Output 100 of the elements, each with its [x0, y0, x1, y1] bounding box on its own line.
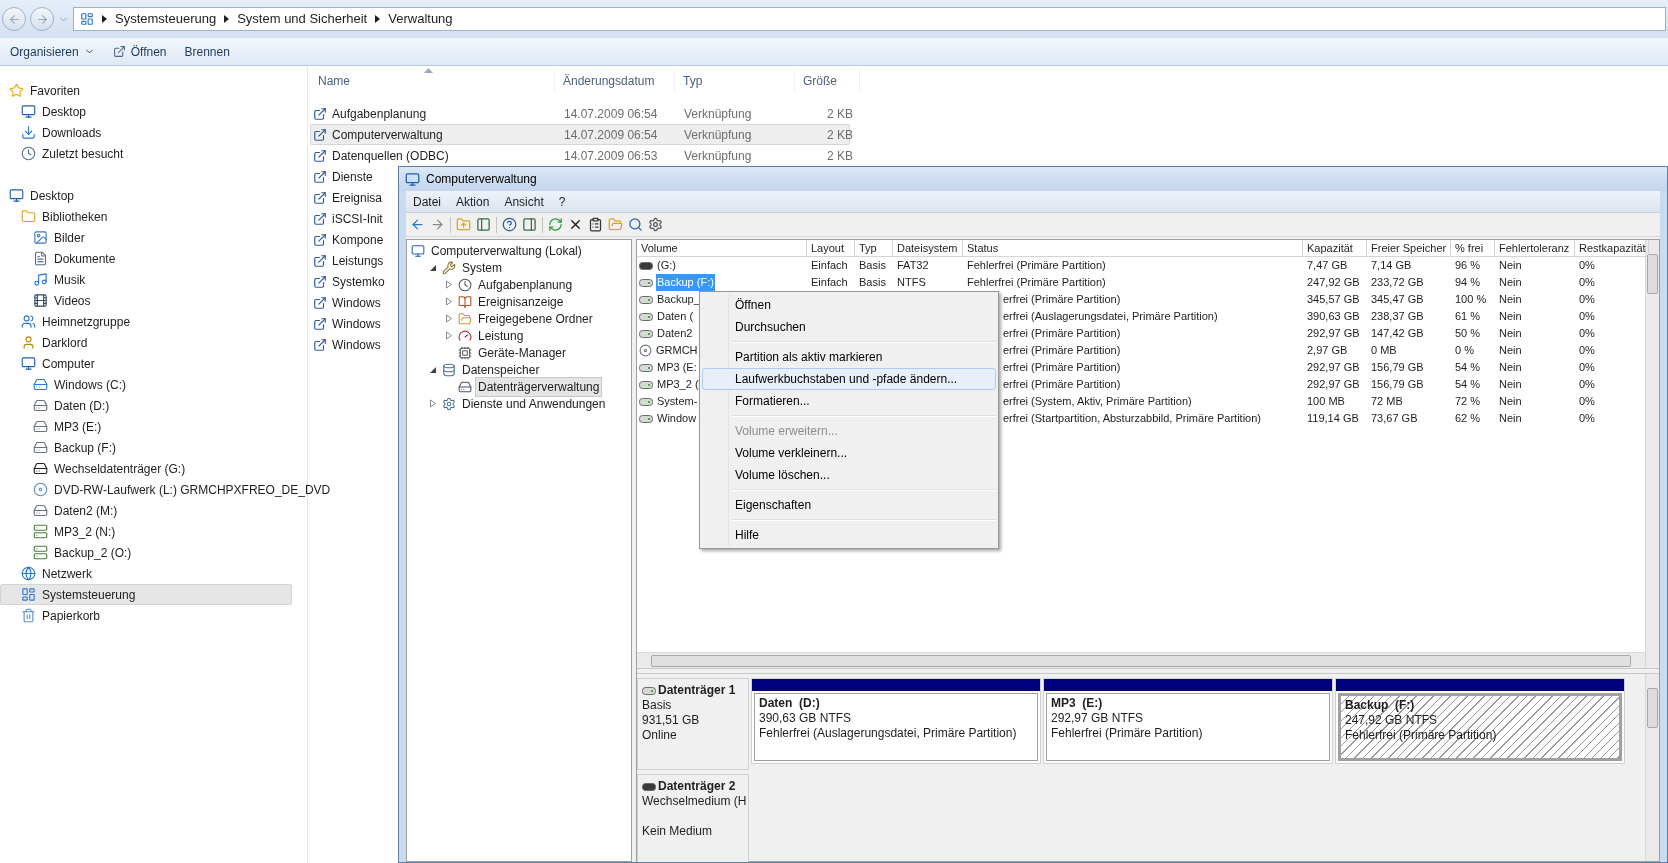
- expanded-arrow-icon[interactable]: [429, 263, 437, 272]
- column-header[interactable]: Status: [963, 240, 1303, 256]
- address-bar[interactable]: Systemsteuerung System und Sicherheit Verwaltung: [73, 7, 1666, 31]
- forward-arrow-icon[interactable]: [430, 217, 445, 232]
- pane-icon[interactable]: [476, 217, 491, 232]
- file-row[interactable]: iSCSI-Init: [310, 208, 386, 229]
- menu-item[interactable]: Ansicht: [497, 192, 551, 211]
- toolbar-button[interactable]: Öffnen: [108, 40, 171, 63]
- volume-name[interactable]: MP3_2 (: [656, 376, 700, 393]
- menu-item[interactable]: Eigenschaften: [702, 494, 996, 516]
- nav-item[interactable]: Bibliotheken: [0, 206, 292, 227]
- nav-item[interactable]: Desktop: [0, 101, 292, 122]
- toolbar-button[interactable]: Brennen: [180, 40, 234, 63]
- column-header[interactable]: Fehlertoleranz: [1495, 240, 1575, 256]
- collapsed-arrow-icon[interactable]: [429, 399, 437, 408]
- column-header[interactable]: Änderungsdatum: [555, 70, 675, 92]
- column-header[interactable]: % frei: [1451, 240, 1495, 256]
- nav-item[interactable]: Backup_2 (O:): [0, 542, 292, 563]
- menu-item[interactable]: Öffnen: [702, 294, 996, 316]
- file-row[interactable]: Dienste: [310, 166, 376, 187]
- gear-icon[interactable]: [648, 217, 663, 232]
- collapsed-arrow-icon[interactable]: [445, 280, 453, 289]
- breadcrumb-item[interactable]: Verwaltung: [388, 9, 453, 29]
- help-icon[interactable]: [502, 217, 517, 232]
- partition[interactable]: Backup (F:) 247,92 GB NTFS Fehlerfrei (Primäre Partition): [1335, 678, 1625, 764]
- forward-button[interactable]: [30, 7, 54, 31]
- partition[interactable]: Daten (D:) 390,63 GB NTFS Fehlerfrei (Auslagerungsdatei, Primäre Partition): [751, 678, 1041, 764]
- disk-label[interactable]: Datenträger 1 Basis 931,51 GB Online: [637, 678, 749, 770]
- nav-item[interactable]: Backup (F:): [0, 437, 292, 458]
- breadcrumb-item[interactable]: Systemsteuerung: [115, 9, 217, 29]
- menu-item[interactable]: Aktion: [449, 192, 497, 211]
- volume-name[interactable]: Daten2: [656, 325, 694, 342]
- nav-item[interactable]: Zuletzt besucht: [0, 143, 292, 164]
- volume-name[interactable]: Window: [656, 410, 698, 427]
- nav-item[interactable]: Favoriten: [0, 80, 292, 101]
- file-row[interactable]: Windows: [310, 313, 384, 334]
- properties-icon[interactable]: [588, 217, 603, 232]
- menu-item[interactable]: Volume löschen...: [702, 464, 996, 486]
- file-row[interactable]: Windows: [310, 292, 384, 313]
- volume-name[interactable]: MP3 (E:: [656, 359, 698, 376]
- menu-item[interactable]: Volume verkleinern...: [702, 442, 996, 464]
- folder-up-icon[interactable]: [456, 217, 471, 232]
- disk-label[interactable]: Datenträger 2 Wechselmedium (H Kein Medium: [637, 774, 749, 862]
- menu-item[interactable]: Partition als aktiv markieren: [702, 346, 996, 368]
- nav-item[interactable]: Heimnetzgruppe: [0, 311, 292, 332]
- scrollbar[interactable]: [637, 652, 1645, 668]
- menu-item[interactable]: Datei: [406, 192, 448, 211]
- scrollbar[interactable]: [1645, 674, 1659, 861]
- expanded-arrow-icon[interactable]: [429, 365, 437, 374]
- nav-item[interactable]: MP3_2 (N:): [0, 521, 292, 542]
- nav-item[interactable]: Downloads: [0, 122, 292, 143]
- nav-item[interactable]: Musik: [0, 269, 292, 290]
- nav-item[interactable]: MP3 (E:): [0, 416, 292, 437]
- collapsed-arrow-icon[interactable]: [445, 331, 453, 340]
- nav-item[interactable]: DVD-RW-Laufwerk (L:) GRMCHPXFREO_DE_DVD: [0, 479, 336, 500]
- nav-item[interactable]: Bilder: [0, 227, 292, 248]
- search-icon[interactable]: [628, 217, 643, 232]
- nav-item[interactable]: Daten (D:): [0, 395, 292, 416]
- column-header[interactable]: Typ: [855, 240, 893, 256]
- file-row[interactable]: Ereignisa: [310, 187, 386, 208]
- back-button[interactable]: [2, 7, 26, 31]
- pane-icon[interactable]: [522, 217, 537, 232]
- column-header[interactable]: Layout: [807, 240, 855, 256]
- nav-item[interactable]: Wechseldatenträger (G:): [0, 458, 292, 479]
- file-row[interactable]: Systemko: [310, 271, 388, 292]
- collapsed-arrow-icon[interactable]: [445, 297, 453, 306]
- volume-name[interactable]: Daten (: [656, 308, 695, 325]
- nav-item[interactable]: Darklord: [0, 332, 292, 353]
- file-row[interactable]: Windows: [310, 334, 384, 355]
- volume-name[interactable]: System-: [656, 393, 699, 410]
- scrollbar[interactable]: [1645, 240, 1659, 668]
- menu-item[interactable]: Hilfe: [702, 524, 996, 546]
- menu-item[interactable]: Formatieren...: [702, 390, 996, 412]
- column-header[interactable]: Freier Speicher: [1367, 240, 1451, 256]
- nav-item[interactable]: Videos: [0, 290, 292, 311]
- nav-item[interactable]: Desktop: [0, 185, 292, 206]
- toolbar-button[interactable]: Organisieren: [6, 40, 99, 63]
- refresh-icon[interactable]: [548, 217, 563, 232]
- tree-item[interactable]: Datenträgerverwaltung: [475, 376, 603, 397]
- close-icon[interactable]: [568, 217, 583, 232]
- column-header[interactable]: Dateisystem: [893, 240, 963, 256]
- file-row[interactable]: Kompone: [310, 229, 387, 250]
- column-header[interactable]: Größe: [795, 70, 860, 92]
- column-header[interactable]: Name: [310, 70, 555, 92]
- partition[interactable]: MP3 (E:) 292,97 GB NTFS Fehlerfrei (Primäre Partition): [1043, 678, 1333, 764]
- nav-item[interactable]: Daten2 (M:): [0, 500, 292, 521]
- folder-icon[interactable]: [608, 217, 623, 232]
- menu-item[interactable]: Durchsuchen: [702, 316, 996, 338]
- column-header[interactable]: Volume: [637, 240, 807, 256]
- volume-name[interactable]: GRMCH: [655, 342, 699, 359]
- file-row[interactable]: Leistungs: [310, 250, 387, 271]
- column-header[interactable]: Typ: [675, 70, 795, 92]
- menu-item[interactable]: ?: [551, 192, 573, 211]
- nav-item[interactable]: Netzwerk: [0, 563, 292, 584]
- nav-item[interactable]: Papierkorb: [0, 605, 292, 626]
- volume-name[interactable]: (G:): [656, 257, 677, 274]
- collapsed-arrow-icon[interactable]: [445, 314, 453, 323]
- breadcrumb-item[interactable]: System und Sicherheit: [237, 9, 368, 29]
- nav-item[interactable]: Computer: [0, 353, 292, 374]
- column-header[interactable]: Kapazität: [1303, 240, 1367, 256]
